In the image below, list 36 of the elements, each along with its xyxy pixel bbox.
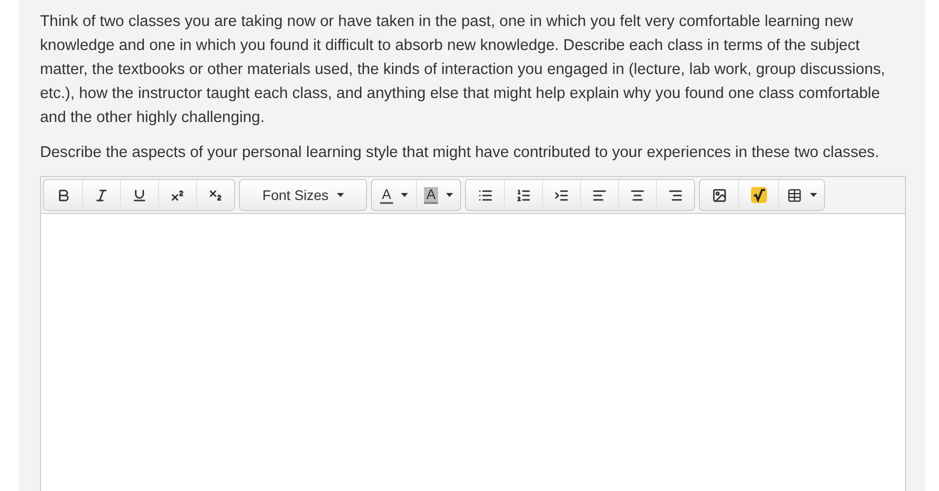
indent-icon <box>554 188 569 202</box>
align-center-button[interactable] <box>618 180 656 210</box>
caret-icon <box>810 193 816 197</box>
caret-icon <box>336 193 344 197</box>
italic-icon <box>94 188 109 202</box>
image-icon <box>712 188 726 202</box>
numbered-list-icon <box>516 188 531 202</box>
text-color-button[interactable]: A <box>372 180 416 210</box>
underline-icon <box>132 188 147 202</box>
image-button[interactable] <box>700 180 738 210</box>
square-root-icon <box>750 187 766 203</box>
superscript-icon <box>170 188 185 202</box>
italic-button[interactable] <box>82 180 120 210</box>
underline-button[interactable] <box>120 180 158 210</box>
align-right-icon <box>668 188 683 202</box>
question-text: Describe the aspects of your personal learning style that might have contributed to your experiences in these two classes. <box>40 143 880 163</box>
caret-icon <box>401 193 408 197</box>
numbered-list-button[interactable] <box>504 180 542 210</box>
subscript-button[interactable] <box>196 180 234 210</box>
subscript-icon <box>208 188 223 202</box>
bold-button[interactable] <box>44 180 82 210</box>
table-icon <box>786 188 802 202</box>
highlight-color-button[interactable]: A <box>416 180 460 210</box>
superscript-button[interactable] <box>158 180 196 210</box>
bullet-list-icon <box>478 188 492 202</box>
align-center-icon <box>630 188 645 202</box>
indent-button[interactable] <box>542 180 580 210</box>
align-right-button[interactable] <box>656 180 694 210</box>
math-button[interactable] <box>738 180 778 210</box>
question-text: Think of two classes you are taking now or have taken in the past, one in which you felt very comfortable learning new knowledge and one in which you found it difficult to absorb new knowledge. Describe each class in terms of the subject matter, the textbooks or other materials used, the kinds of interaction you engaged in (lecture, lab work, group discussions, etc.), how the instructor taught each class, and anything else that might help explain why you found one class comfortable and the other highly challenging. <box>40 12 886 128</box>
table-button[interactable] <box>778 180 824 210</box>
align-left-icon <box>592 188 607 202</box>
font-size-dropdown[interactable]: Font Sizes <box>240 180 366 210</box>
caret-icon <box>446 193 453 197</box>
bullet-list-button[interactable] <box>466 180 504 210</box>
align-left-button[interactable] <box>580 180 618 210</box>
